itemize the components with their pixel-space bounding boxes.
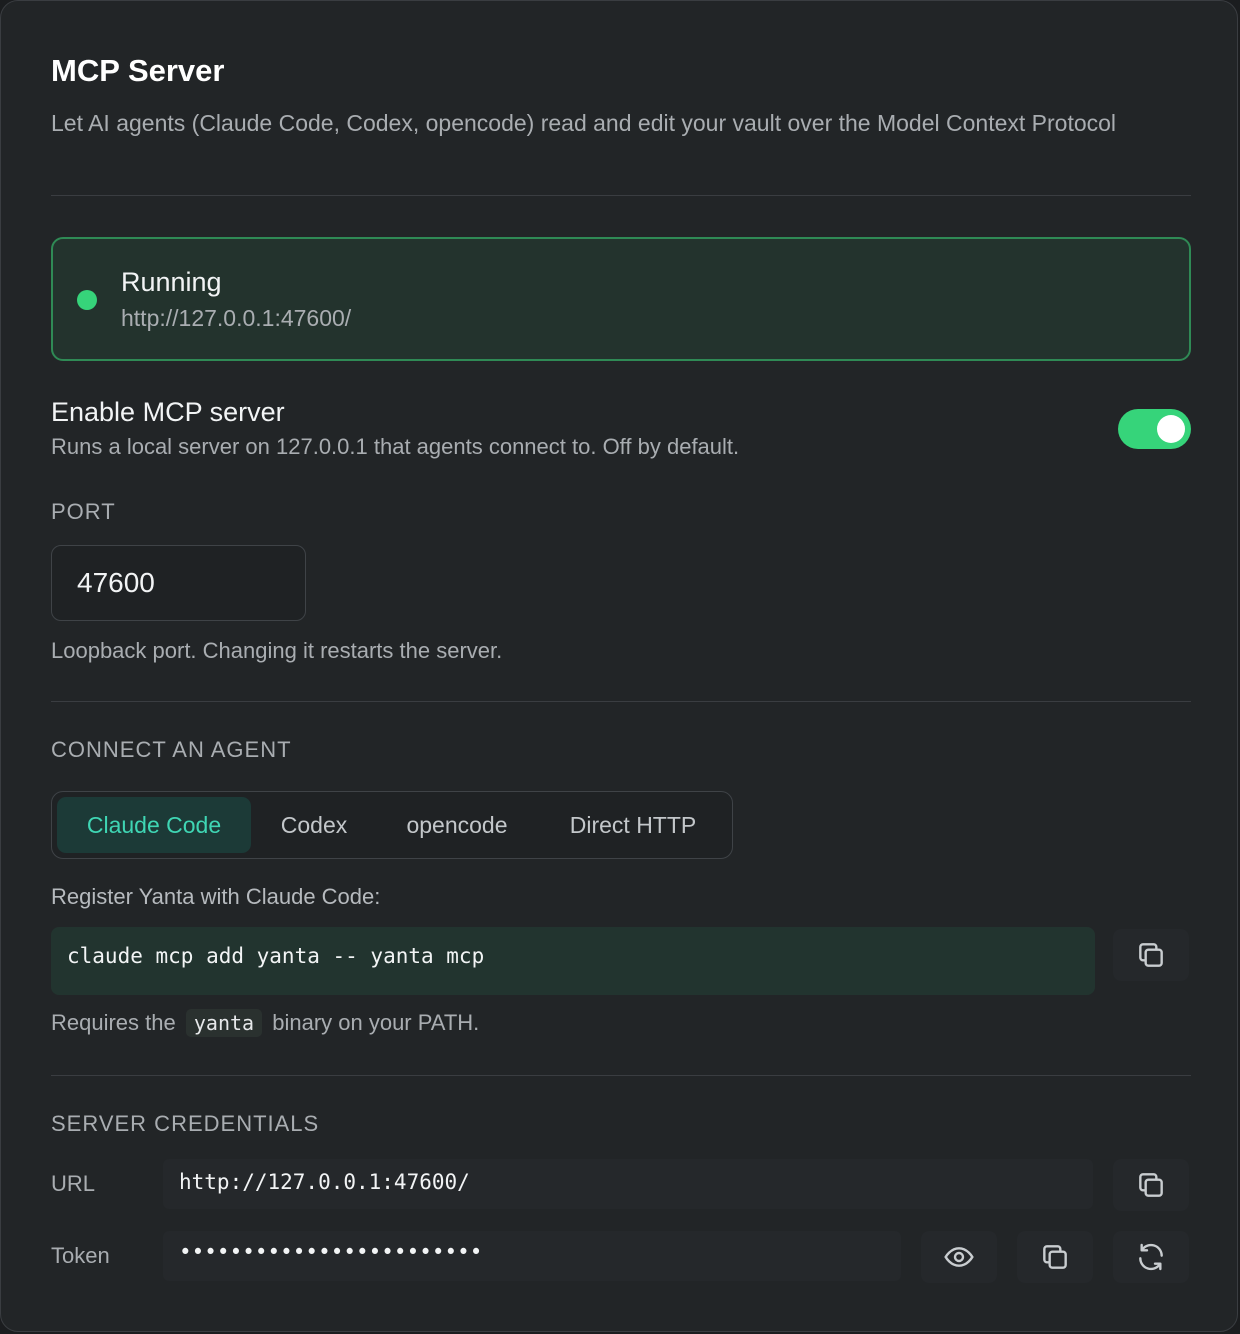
enable-title: Enable MCP server [51,397,285,427]
mcp-server-panel: MCP Server Let AI agents (Claude Code, C… [0,0,1238,1332]
divider [51,1075,1191,1076]
toggle-knob [1157,415,1185,443]
status-indicator-dot [77,290,97,310]
connect-section-label: CONNECT AN AGENT [51,737,292,762]
regenerate-token-button[interactable] [1113,1231,1189,1283]
token-label: Token [51,1243,110,1268]
port-help-text: Loopback port. Changing it restarts the … [51,638,503,663]
divider [51,701,1191,702]
refresh-icon [1139,1243,1163,1271]
status-label: Running [121,267,222,297]
tab-direct-http[interactable]: Direct HTTP [542,797,724,853]
command-box: claude mcp add yanta -- yanta mcp [51,927,1095,995]
port-input[interactable] [51,545,306,621]
url-value: http://127.0.0.1:47600/ [179,1170,470,1194]
page-subtitle: Let AI agents (Claude Code, Codex, openc… [51,110,1117,136]
binary-name-code: yanta [185,1009,263,1037]
copy-icon [1139,943,1163,967]
token-field[interactable]: •••••••••••••••••••••••• [163,1231,901,1281]
register-instruction: Register Yanta with Claude Code: [51,884,381,909]
copy-token-button[interactable] [1017,1231,1093,1283]
token-value: •••••••••••••••••••••••• [179,1240,483,1264]
divider [51,195,1191,196]
requires-note: Requires the yanta binary on your PATH. [51,1009,479,1037]
enable-description: Runs a local server on 127.0.0.1 that ag… [51,434,740,459]
copy-url-button[interactable] [1113,1159,1189,1211]
command-text: claude mcp add yanta -- yanta mcp [67,944,485,968]
requires-prefix: Requires the [51,1010,176,1035]
copy-command-button[interactable] [1113,929,1189,981]
url-field[interactable]: http://127.0.0.1:47600/ [163,1159,1093,1209]
credentials-section-label: SERVER CREDENTIALS [51,1111,320,1136]
status-card: Running http://127.0.0.1:47600/ [51,237,1191,361]
tab-codex[interactable]: Codex [257,797,371,853]
copy-icon [1139,1173,1163,1197]
requires-suffix: binary on your PATH. [272,1010,480,1035]
tab-claude-code[interactable]: Claude Code [57,797,251,853]
page-title: MCP Server [51,53,225,88]
url-label: URL [51,1171,96,1196]
copy-icon [1043,1245,1067,1269]
show-token-button[interactable] [921,1231,997,1283]
tab-opencode[interactable]: opencode [382,797,532,853]
status-url: http://127.0.0.1:47600/ [121,305,352,331]
agent-tabs: Claude Code Codex opencode Direct HTTP [51,791,733,859]
port-section-label: PORT [51,499,116,524]
enable-mcp-toggle[interactable] [1118,409,1191,449]
eye-icon [944,1247,974,1267]
